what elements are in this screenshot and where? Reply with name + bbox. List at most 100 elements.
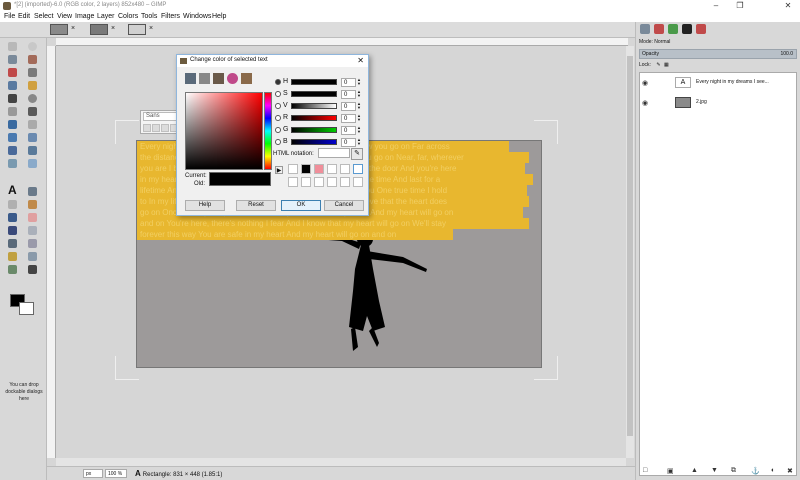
- fuzzy-select-icon[interactable]: [28, 55, 37, 64]
- scrollbar-thumb[interactable]: [627, 56, 633, 436]
- html-notation-input[interactable]: [318, 148, 350, 158]
- paintbrush-icon[interactable]: [8, 213, 17, 222]
- lock-pixels-icon[interactable]: ✎: [656, 62, 660, 68]
- history-swatch[interactable]: [314, 177, 324, 187]
- channel-g-slider[interactable]: [291, 127, 337, 133]
- eraser-icon[interactable]: [28, 213, 37, 222]
- spin-arrows-icon[interactable]: ▲ ▼: [357, 114, 362, 123]
- ellipse-select-icon[interactable]: [28, 42, 37, 51]
- history-swatch[interactable]: [327, 177, 337, 187]
- cage-icon[interactable]: [28, 159, 37, 168]
- style-button[interactable]: [152, 124, 160, 132]
- watercolor-tab-icon[interactable]: [213, 73, 224, 84]
- channels-tab-icon[interactable]: [668, 24, 678, 34]
- gimp-selector-tab-icon[interactable]: [185, 73, 196, 84]
- history-swatch[interactable]: [353, 177, 363, 187]
- channel-g-radio[interactable]: [275, 127, 281, 133]
- perspective-clone-icon[interactable]: [8, 252, 17, 261]
- channel-v-slider[interactable]: [291, 103, 337, 109]
- channel-s-radio[interactable]: [275, 91, 281, 97]
- duplicate-layer-icon[interactable]: ⧉: [731, 467, 736, 475]
- scissors-icon[interactable]: [28, 68, 37, 77]
- menu-select[interactable]: Select: [34, 13, 53, 20]
- channel-h-radio[interactable]: [275, 79, 281, 85]
- scale-icon[interactable]: [28, 133, 37, 142]
- menu-edit[interactable]: Edit: [18, 13, 30, 20]
- lock-alpha-icon[interactable]: ▦: [664, 62, 669, 68]
- crop-icon[interactable]: [28, 120, 37, 129]
- delete-layer-icon[interactable]: ✖: [787, 467, 793, 475]
- pencil-icon[interactable]: [28, 200, 37, 209]
- menu-help[interactable]: Help: [212, 13, 226, 20]
- channel-g-value[interactable]: 0: [341, 126, 356, 135]
- history-swatch[interactable]: [340, 164, 350, 174]
- channel-s-value[interactable]: 0: [341, 90, 356, 99]
- history-swatch[interactable]: [340, 177, 350, 187]
- menu-colors[interactable]: Colors: [118, 13, 138, 20]
- clone-icon[interactable]: [8, 239, 17, 248]
- smudge-icon[interactable]: [8, 265, 17, 274]
- hue-slider[interactable]: [264, 92, 272, 170]
- shear-icon[interactable]: [8, 146, 17, 155]
- tab-close-icon[interactable]: ×: [111, 25, 115, 32]
- layers-tab-icon[interactable]: [654, 24, 664, 34]
- style-button[interactable]: [161, 124, 169, 132]
- tab-close-icon[interactable]: ×: [71, 25, 75, 32]
- opacity-slider[interactable]: Opacity 100.0: [639, 49, 797, 59]
- cancel-button[interactable]: Cancel: [324, 200, 364, 211]
- history-swatch[interactable]: [301, 164, 311, 174]
- wheel-tab-icon[interactable]: [227, 73, 238, 84]
- menu-layer[interactable]: Layer: [97, 13, 115, 20]
- bucket-fill-icon[interactable]: [28, 187, 37, 196]
- channel-r-slider[interactable]: [291, 115, 337, 121]
- horizontal-scrollbar[interactable]: [56, 458, 626, 466]
- eyedropper-icon[interactable]: ✎: [351, 148, 363, 160]
- foreground-select-icon[interactable]: [8, 81, 17, 90]
- spin-arrows-icon[interactable]: ▲ ▼: [357, 90, 362, 99]
- anchor-layer-icon[interactable]: ⚓: [751, 467, 760, 475]
- style-button[interactable]: [143, 124, 151, 132]
- visibility-eye-icon[interactable]: ◉: [642, 79, 648, 87]
- image-tab-thumbnail[interactable]: [128, 24, 146, 35]
- opacity-value[interactable]: 100.0: [780, 50, 793, 58]
- reset-button[interactable]: Reset: [236, 200, 276, 211]
- help-button[interactable]: Help: [185, 200, 225, 211]
- unit-select[interactable]: px: [83, 469, 103, 478]
- gradient-icon[interactable]: [8, 200, 17, 209]
- channel-r-radio[interactable]: [275, 115, 281, 121]
- menu-tools[interactable]: Tools: [141, 13, 157, 20]
- channel-h-value[interactable]: 0: [341, 78, 356, 87]
- history-swatch[interactable]: [353, 164, 363, 174]
- channel-b-radio[interactable]: [275, 139, 281, 145]
- paths-icon[interactable]: [28, 81, 37, 90]
- zoom-icon[interactable]: [28, 94, 37, 103]
- menu-file[interactable]: File: [4, 13, 15, 20]
- lower-layer-icon[interactable]: ▼: [711, 467, 718, 474]
- menu-view[interactable]: View: [57, 13, 72, 20]
- image-tab-thumbnail[interactable]: [50, 24, 68, 35]
- spin-arrows-icon[interactable]: ▲ ▼: [357, 126, 362, 135]
- vertical-scrollbar[interactable]: [626, 46, 634, 458]
- minimize-icon[interactable]: –: [704, 0, 728, 12]
- airbrush-icon[interactable]: [8, 226, 17, 235]
- ok-button[interactable]: OK: [281, 200, 321, 211]
- tab-close-icon[interactable]: ×: [149, 25, 153, 32]
- zoom-select[interactable]: 100 %: [105, 469, 127, 478]
- heal-icon[interactable]: [28, 239, 37, 248]
- crop-handle[interactable]: [115, 120, 139, 144]
- dialog-close-icon[interactable]: ✕: [357, 56, 364, 65]
- spin-arrows-icon[interactable]: ▲ ▼: [357, 138, 362, 147]
- new-layer-icon[interactable]: □: [643, 467, 647, 474]
- undo-tab-icon[interactable]: [696, 24, 706, 34]
- channel-v-value[interactable]: 0: [341, 102, 356, 111]
- maximize-icon[interactable]: ❐: [728, 0, 752, 12]
- history-swatch[interactable]: [327, 164, 337, 174]
- crop-handle[interactable]: [534, 356, 558, 380]
- mask-icon[interactable]: ◐: [771, 467, 775, 474]
- measure-icon[interactable]: [8, 107, 17, 116]
- history-swatch[interactable]: [288, 177, 298, 187]
- saturation-value-picker[interactable]: [185, 92, 263, 170]
- visibility-eye-icon[interactable]: ◉: [642, 99, 648, 107]
- menu-windows[interactable]: Windows: [183, 13, 211, 20]
- crop-handle[interactable]: [115, 356, 139, 380]
